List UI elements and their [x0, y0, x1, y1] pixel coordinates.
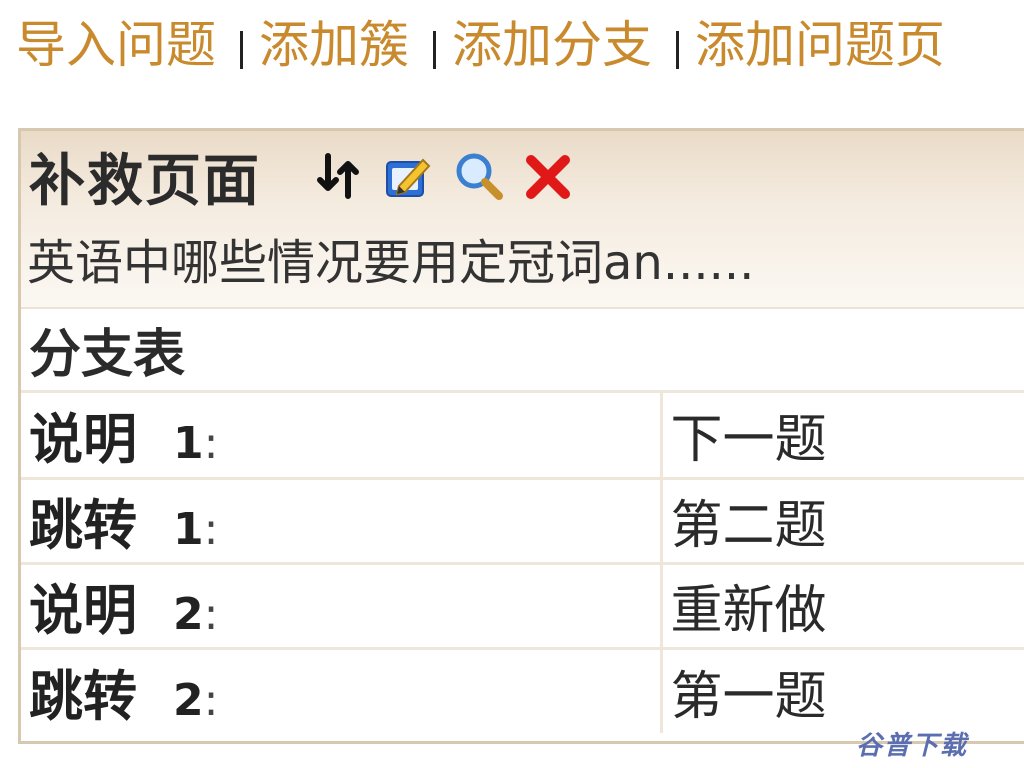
branch-table-title: 分支表 — [29, 325, 186, 385]
edit-icon[interactable] — [383, 150, 435, 202]
row-value: 下一题 — [670, 410, 827, 471]
row-label-cell: 跳转 2: — [21, 648, 663, 733]
row-label: 说明 — [29, 408, 137, 472]
table-row: 说明 1: 下一题 — [21, 393, 1024, 480]
row-label-cell: 跳转 1: — [21, 478, 663, 565]
search-icon[interactable] — [453, 150, 505, 202]
branch-table: 说明 1: 下一题 跳转 1: 第二题 说明 2: 重新做 跳转 2: 第一题 — [21, 393, 1024, 733]
row-value-cell: 重新做 — [661, 563, 1024, 650]
panel-actions — [313, 150, 575, 202]
row-value: 第一题 — [670, 666, 827, 727]
row-number: 2 — [173, 589, 204, 640]
add-question-page-link[interactable]: 添加问题页 — [695, 14, 945, 76]
row-value: 重新做 — [670, 581, 827, 641]
row-number: 2 — [173, 674, 204, 726]
sort-arrows-icon[interactable] — [313, 150, 365, 202]
panel-header: 补救页面 英语中哪些情况要用定冠词an...... — [21, 131, 1024, 309]
row-value-cell: 下一题 — [661, 393, 1024, 480]
row-label-cell: 说明 1: — [21, 393, 663, 480]
row-colon: : — [203, 504, 219, 555]
row-colon: : — [203, 589, 219, 640]
table-row: 跳转 2: 第一题 — [21, 648, 1024, 733]
row-label: 跳转 — [29, 494, 137, 557]
delete-icon[interactable] — [523, 150, 575, 202]
import-question-link[interactable]: 导入问题 — [16, 14, 216, 76]
row-label-cell: 说明 2: — [21, 563, 663, 650]
action-toolbar: 导入问题 添加簇 添加分支 添加问题页 — [16, 14, 945, 76]
row-label: 说明 — [29, 579, 137, 642]
row-number: 1 — [173, 504, 204, 555]
panel-title-row: 补救页面 — [29, 139, 575, 214]
separator — [240, 31, 243, 69]
row-value-cell: 第二题 — [661, 478, 1024, 565]
watermark-logo: 谷普下载 — [855, 731, 968, 761]
row-value-cell: 第一题 — [661, 648, 1024, 733]
row-value: 第二题 — [670, 496, 827, 556]
row-colon: : — [203, 418, 219, 470]
add-cluster-link[interactable]: 添加簇 — [259, 14, 409, 76]
table-row: 跳转 1: 第二题 — [21, 478, 1024, 565]
row-label: 跳转 — [29, 664, 137, 728]
page: 导入问题 添加簇 添加分支 添加问题页 补救页面 英语中哪些情况要用定冠词an.… — [0, 0, 1024, 768]
panel-title: 补救页面 — [29, 148, 261, 214]
branch-table-title-row: 分支表 — [21, 309, 1024, 393]
table-row: 说明 2: 重新做 — [21, 563, 1024, 650]
add-branch-link[interactable]: 添加分支 — [452, 14, 652, 76]
question-description: 英语中哪些情况要用定冠词an...... — [27, 235, 755, 291]
remedial-page-panel: 补救页面 英语中哪些情况要用定冠词an...... 分支表 说明 1: 下一题 … — [18, 128, 1024, 744]
row-number: 1 — [173, 418, 204, 470]
separator — [676, 31, 679, 69]
separator — [433, 31, 436, 69]
row-colon: : — [203, 674, 219, 726]
